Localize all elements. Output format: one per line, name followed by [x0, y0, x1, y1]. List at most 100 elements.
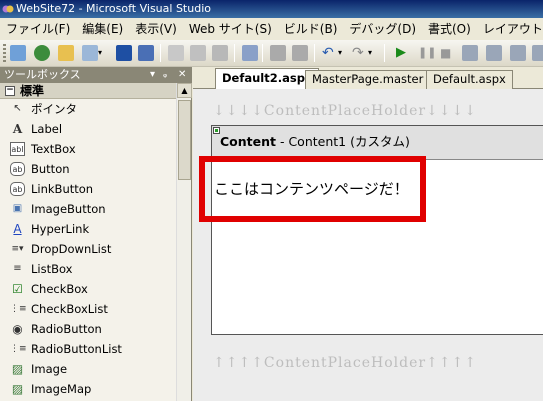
content-control-header: Content - Content1 (カスタム) [212, 126, 543, 160]
pin-icon[interactable]: ᵩ [163, 67, 167, 83]
toolbox-item-linkbutton[interactable]: ab LinkButton [0, 179, 176, 199]
imagemap-icon: ▨ [11, 382, 24, 396]
visual-studio-app-icon [2, 5, 14, 13]
toolbox-item-imagebutton[interactable]: ▣ ImageButton [0, 199, 176, 219]
menu-bar: ファイル(F) 編集(E) 表示(V) Web サイト(S) ビルド(B) デバッグ(D)… [0, 18, 543, 40]
toolbox-item-pointer[interactable]: ↖ ポインタ [0, 99, 176, 119]
start-debugging-icon[interactable]: ▶ [396, 45, 412, 61]
standard-toolbar: ▾ ↶ ▾ ↷ ▾ ▶ ❚❚ ■ [0, 40, 543, 67]
toolbox-item-label: Label [31, 122, 63, 136]
toolbox-item-imagemap[interactable]: ▨ ImageMap [0, 379, 176, 399]
linkbutton-icon: ab [10, 182, 25, 196]
toolbox-item-label: CheckBoxList [31, 302, 108, 316]
toolbox-item-checkbox[interactable]: ☑ CheckBox [0, 279, 176, 299]
content-label-bold: Content [220, 134, 276, 149]
menu-build[interactable]: ビルド(B) [278, 18, 344, 40]
undo-icon[interactable]: ↶ [322, 45, 338, 61]
tab-default-aspx[interactable]: Default.aspx [426, 70, 513, 89]
toolbox-item-radiobuttonlist[interactable]: ⋮≡ RadioButtonList [0, 339, 176, 359]
toolbox-item-hyperlink[interactable]: A HyperLink [0, 219, 176, 239]
content-placeholder-bottom-label: ↑↑↑↑ContentPlaceHolder↑↑↑↑ [213, 355, 477, 371]
paste-icon[interactable] [212, 45, 228, 61]
toolbox-category-standard[interactable]: − 標準 [0, 83, 176, 99]
toolbox-item-label: RadioButton [31, 322, 102, 336]
design-surface[interactable]: ↓↓↓↓ContentPlaceHolder↓↓↓↓ Content - Con… [193, 89, 543, 401]
toolbox-item-label: ListBox [31, 262, 73, 276]
step-into-icon[interactable] [462, 45, 478, 61]
menu-debug[interactable]: デバッグ(D) [343, 18, 422, 40]
scrollbar-thumb[interactable] [178, 100, 191, 180]
save-icon[interactable] [116, 45, 132, 61]
toolbox-header: ツールボックス ▾ ᵩ ✕ [0, 67, 191, 83]
menu-layout[interactable]: レイアウト(Y) [477, 18, 543, 40]
stop-icon[interactable]: ■ [440, 45, 456, 61]
toolbox-item-label: CheckBox [31, 282, 88, 296]
cut-icon[interactable] [168, 45, 184, 61]
pointer-icon: ↖ [13, 103, 22, 114]
pause-icon[interactable]: ❚❚ [418, 45, 436, 61]
chevron-down-icon[interactable]: ▾ [368, 45, 376, 61]
new-website-icon[interactable] [34, 45, 50, 61]
category-label: 標準 [20, 84, 45, 98]
toolbox-item-label: TextBox [31, 142, 76, 156]
hyperlink-icon: A [13, 222, 22, 236]
toolbox-item-label: HyperLink [31, 222, 90, 236]
radiobuttonlist-icon: ⋮≡ [10, 344, 27, 354]
label-icon: A [12, 122, 23, 136]
content-placeholder-top-label: ↓↓↓↓ContentPlaceHolder↓↓↓↓ [213, 103, 477, 119]
toolbox-item-textbox[interactable]: abl TextBox [0, 139, 176, 159]
save-all-icon[interactable] [138, 45, 154, 61]
new-project-icon[interactable] [10, 45, 26, 61]
tab-masterpage-master[interactable]: MasterPage.master [305, 70, 431, 89]
window-titlebar: WebSite72 - Microsoft Visual Studio [0, 0, 543, 18]
toolbar-separator [234, 44, 235, 62]
document-tab-strip: Default2.aspx MasterPage.master Default.… [193, 67, 543, 89]
toolbox-item-list: ↖ ポインタ A Label abl TextBox ab Button ab LinkB… [0, 99, 176, 401]
toolbox-item-button[interactable]: ab Button [0, 159, 176, 179]
toolbox-item-label: DropDownList [31, 242, 112, 256]
chevron-down-icon[interactable]: ▾ [338, 45, 346, 61]
toolbox-title: ツールボックス [4, 68, 81, 81]
toolbar-grip[interactable] [3, 44, 6, 62]
menu-edit[interactable]: 編集(E) [76, 18, 129, 40]
close-icon[interactable]: ✕ [178, 67, 186, 83]
window-position-icon[interactable]: ▾ [150, 67, 155, 83]
textbox-icon: abl [10, 142, 25, 156]
smart-tag-icon[interactable] [213, 127, 220, 134]
toolbox-item-listbox[interactable]: ≡ ListBox [0, 259, 176, 279]
tab-default2-aspx[interactable]: Default2.aspx [215, 68, 320, 89]
toolbox-item-label: ImageButton [31, 202, 106, 216]
breakpoint-icon[interactable] [532, 45, 543, 61]
menu-website[interactable]: Web サイト(S) [183, 18, 278, 40]
imagebutton-icon: ▣ [12, 203, 23, 214]
menu-format[interactable]: 書式(O) [422, 18, 477, 40]
checkbox-icon: ☑ [12, 282, 23, 296]
toolbox-item-image[interactable]: ▨ Image [0, 359, 176, 379]
collapse-icon[interactable]: − [5, 86, 15, 96]
toolbar-separator [314, 44, 315, 62]
listbox-icon: ≡ [13, 263, 22, 274]
add-item-icon[interactable] [82, 45, 98, 61]
toolbox-item-checkboxlist[interactable]: ⋮≡ CheckBoxList [0, 299, 176, 319]
menu-file[interactable]: ファイル(F) [0, 18, 76, 40]
menu-view[interactable]: 表示(V) [129, 18, 183, 40]
step-out-icon[interactable] [510, 45, 526, 61]
redo-icon[interactable]: ↷ [352, 45, 368, 61]
toolbox-item-radiobutton[interactable]: ◉ RadioButton [0, 319, 176, 339]
toolbox-item-label: Button [31, 162, 70, 176]
step-over-icon[interactable] [486, 45, 502, 61]
copy-icon[interactable] [190, 45, 206, 61]
chevron-down-icon[interactable]: ▾ [98, 45, 106, 61]
open-folder-icon[interactable] [58, 45, 74, 61]
toolbox-scrollbar[interactable]: ▲ [176, 83, 192, 401]
toolbox-item-label-control[interactable]: A Label [0, 119, 176, 139]
radiobutton-icon: ◉ [12, 322, 23, 336]
uncomment-icon[interactable] [292, 45, 308, 61]
scroll-up-icon[interactable]: ▲ [177, 83, 192, 98]
comment-icon[interactable] [270, 45, 286, 61]
toolbar-separator [262, 44, 263, 62]
find-icon[interactable] [242, 45, 258, 61]
toolbox-item-label: Image [31, 362, 68, 376]
toolbox-item-dropdownlist[interactable]: ≡▾ DropDownList [0, 239, 176, 259]
content-label-detail: - Content1 (カスタム) [276, 134, 410, 149]
